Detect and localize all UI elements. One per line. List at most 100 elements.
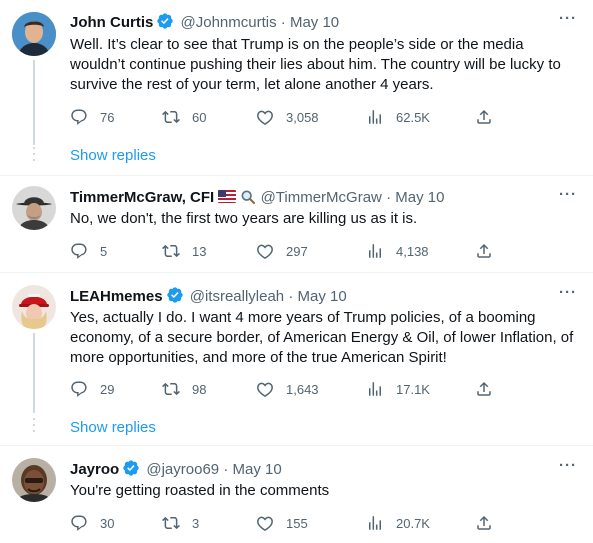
views-count: 17.1K (396, 381, 430, 397)
share-icon (477, 109, 491, 124)
tweet-header: Jayroo @jayroo69 · May 10 (70, 459, 282, 480)
like-count: 3,058 (286, 109, 319, 125)
verified-badge-icon (157, 13, 174, 29)
tweet-text: Yes, actually I do. I want 4 more years … (70, 309, 574, 366)
author-handle[interactable]: @TimmerMcGraw (261, 189, 382, 206)
author-handle[interactable]: @jayroo69 (146, 461, 219, 478)
share-button[interactable] (475, 514, 505, 532)
views-icon (369, 382, 381, 396)
reply-icon (71, 381, 87, 397)
like-button[interactable]: 3,058 (256, 108, 319, 126)
tweet-actions: 30 3 155 20.7K (70, 514, 500, 534)
share-button[interactable] (475, 108, 505, 126)
tweet-header: LEAHmemes @itsreallyleah · May 10 (70, 286, 347, 307)
magnifier-icon (241, 190, 256, 204)
like-icon (257, 244, 273, 260)
reply-count: 76 (100, 109, 115, 125)
tweet-date[interactable]: · May 10 (223, 461, 281, 478)
retweet-icon (162, 382, 180, 396)
author-name[interactable]: TimmerMcGraw, CFI (70, 189, 214, 206)
author-name[interactable]: Jayroo (70, 461, 119, 478)
retweet-icon (162, 244, 180, 258)
like-button[interactable]: 155 (256, 514, 308, 532)
retweet-button[interactable]: 60 (162, 108, 206, 126)
reply-button[interactable]: 5 (70, 242, 107, 260)
reply-button[interactable]: 76 (70, 108, 114, 126)
avatar[interactable] (12, 12, 56, 56)
like-button[interactable]: 1,643 (256, 380, 319, 398)
thread-line (33, 333, 35, 413)
retweet-count: 60 (192, 109, 207, 125)
tweet-text: Well. It’s clear to see that Trump is on… (70, 36, 561, 93)
like-count: 1,643 (286, 381, 319, 397)
more-icon[interactable]: ··· (559, 186, 577, 203)
avatar-image (12, 186, 56, 230)
tweet-text: No, we don't, the first two years are ki… (70, 210, 418, 227)
tweet-actions: 76 60 3,058 62.5K (70, 108, 500, 128)
thread-dots (33, 147, 35, 165)
verified-badge-icon (123, 460, 139, 476)
avatar[interactable] (12, 186, 56, 230)
author-handle[interactable]: @Johnmcurtis (181, 14, 277, 31)
like-icon (257, 516, 273, 532)
more-icon[interactable]: ··· (559, 284, 577, 301)
avatar-image (12, 285, 56, 329)
views-icon (369, 516, 381, 530)
retweet-button[interactable]: 98 (162, 380, 206, 398)
author-handle[interactable]: @itsreallyleah (190, 288, 284, 305)
retweet-count: 98 (192, 381, 207, 397)
reply-count: 5 (100, 243, 108, 259)
tweet-jayroo[interactable]: Jayroo @jayroo69 · May 10 ··· You're get… (0, 446, 593, 543)
us-flag-icon (218, 190, 237, 203)
views-icon (369, 244, 381, 258)
tweet-text: You're getting roasted in the comments (70, 482, 330, 499)
views-count: 20.7K (396, 515, 430, 531)
more-icon[interactable]: ··· (559, 457, 577, 474)
more-icon[interactable]: ··· (559, 10, 577, 27)
tweet-timmermcgraw[interactable]: TimmerMcGraw, CFI @TimmerMcGraw · May 10… (0, 176, 593, 271)
retweet-icon (162, 110, 180, 124)
tweet-date[interactable]: · May 10 (288, 288, 346, 305)
views-button[interactable]: 17.1K (366, 380, 430, 398)
verified-badge-icon (166, 287, 183, 303)
share-icon (477, 515, 491, 530)
tweet-date[interactable]: · May 10 (281, 14, 339, 31)
reply-button[interactable]: 29 (70, 380, 114, 398)
show-replies-link[interactable]: Show replies (70, 419, 156, 436)
tweet-actions: 5 13 297 4,138 (70, 242, 500, 262)
views-count: 4,138 (396, 243, 429, 259)
avatar[interactable] (12, 458, 56, 502)
reply-icon (71, 109, 87, 125)
like-button[interactable]: 297 (256, 242, 308, 260)
tweet-leahmemes[interactable]: LEAHmemes @itsreallyleah · May 10 ··· Ye… (0, 273, 593, 445)
reply-count: 30 (100, 515, 115, 531)
reply-button[interactable]: 30 (70, 514, 114, 532)
avatar-image (12, 12, 56, 56)
tweet-actions: 29 98 1,643 17.1K (70, 380, 500, 400)
reply-icon (71, 515, 87, 531)
retweet-button[interactable]: 13 (162, 242, 206, 260)
author-name[interactable]: LEAHmemes (70, 288, 163, 305)
share-button[interactable] (475, 380, 505, 398)
tweet-header: John Curtis @Johnmcurtis · May 10 (70, 12, 339, 33)
thread-dots (33, 418, 35, 436)
views-button[interactable]: 20.7K (366, 514, 430, 532)
avatar[interactable] (12, 285, 56, 329)
tweet-john-curtis[interactable]: John Curtis @Johnmcurtis · May 10 ··· We… (0, 0, 593, 175)
share-icon (477, 381, 491, 396)
views-button[interactable]: 62.5K (366, 108, 430, 126)
like-count: 297 (286, 243, 308, 259)
reply-icon (71, 243, 87, 259)
thread-line (33, 60, 35, 145)
views-button[interactable]: 4,138 (366, 242, 429, 260)
share-button[interactable] (475, 242, 505, 260)
like-count: 155 (286, 515, 308, 531)
share-icon (477, 243, 491, 258)
retweet-icon (162, 516, 180, 530)
tweet-date[interactable]: · May 10 (386, 189, 444, 206)
retweet-count: 13 (192, 243, 207, 259)
retweet-count: 3 (192, 515, 200, 531)
author-name[interactable]: John Curtis (70, 14, 153, 31)
show-replies-link[interactable]: Show replies (70, 147, 156, 164)
retweet-button[interactable]: 3 (162, 514, 199, 532)
